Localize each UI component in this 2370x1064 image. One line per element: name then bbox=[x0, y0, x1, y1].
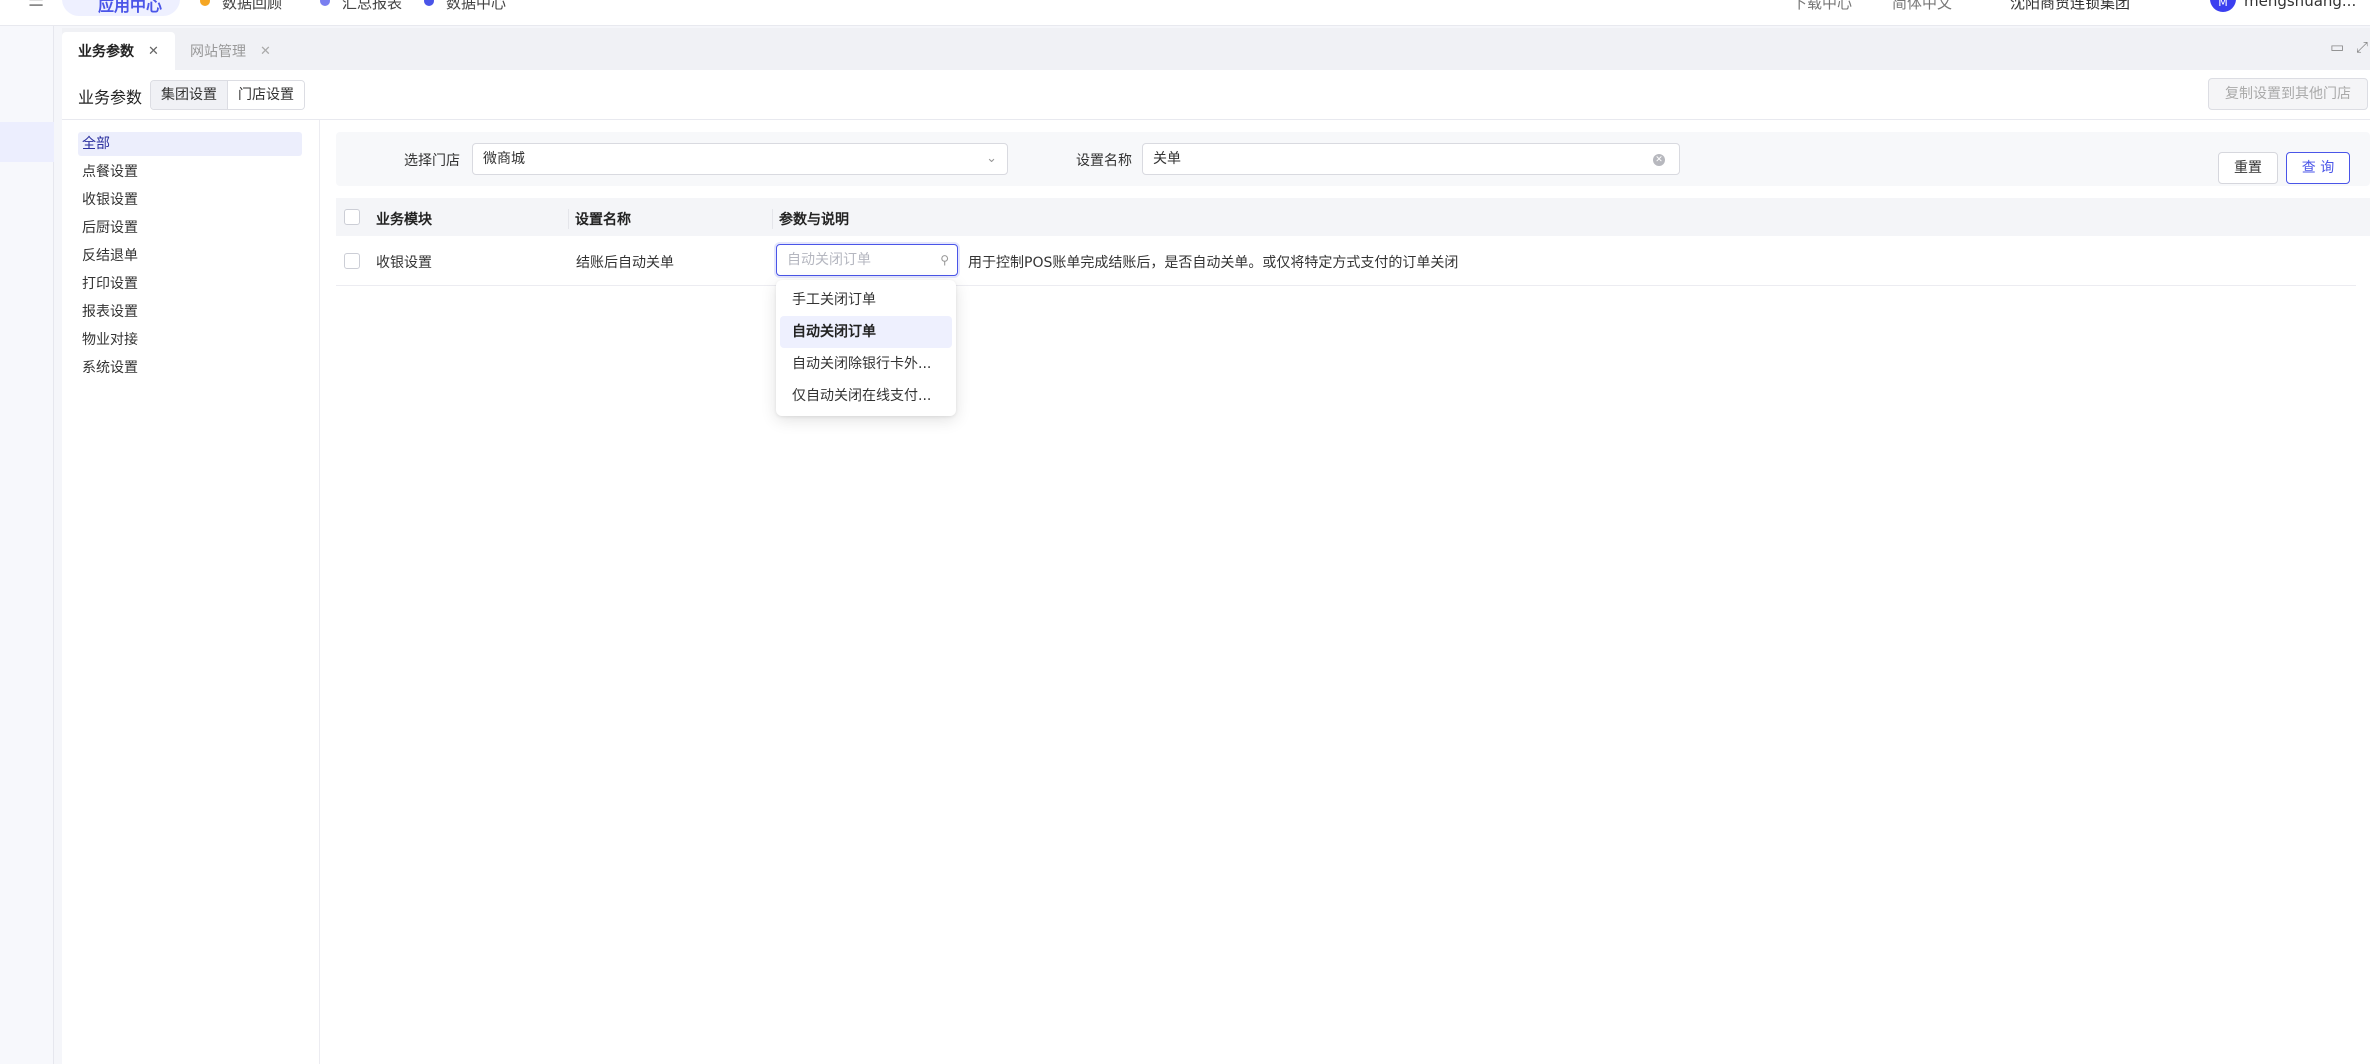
query-button[interactable]: 查 询 bbox=[2286, 152, 2350, 184]
search-icon: ⚲ bbox=[940, 253, 949, 267]
download-center-link[interactable]: 下载中心 bbox=[1792, 0, 1852, 13]
category-item[interactable]: 反结退单 bbox=[78, 244, 302, 268]
close-icon[interactable]: ✕ bbox=[148, 44, 159, 59]
column-header: 参数与说明 bbox=[772, 209, 849, 229]
column-header: 业务模块 bbox=[376, 212, 432, 228]
param-select-placeholder: 自动关闭订单 bbox=[787, 252, 871, 268]
nav-dot-icon bbox=[424, 0, 434, 6]
table-header: 业务模块 设置名称 参数与说明 bbox=[336, 198, 2370, 236]
user-name[interactable]: mengshuang... bbox=[2244, 0, 2356, 10]
clear-icon[interactable]: ✕ bbox=[1653, 154, 1665, 166]
close-icon[interactable]: ✕ bbox=[260, 44, 271, 59]
menu-icon[interactable]: ☰ bbox=[28, 0, 44, 11]
category-item[interactable]: 点餐设置 bbox=[78, 160, 302, 184]
dropdown-option[interactable]: 自动关闭除银行卡外... bbox=[780, 348, 952, 380]
category-item-all[interactable]: 全部 bbox=[78, 132, 302, 156]
setting-name-value: 关单 bbox=[1153, 151, 1181, 167]
chevron-down-icon: ⌄ bbox=[986, 151, 997, 166]
category-item[interactable]: 后厨设置 bbox=[78, 216, 302, 240]
tab-strip: 业务参数 ✕ 网站管理 ✕ ▭ ⤢ bbox=[62, 28, 2370, 70]
scope-store-option[interactable]: 门店设置 bbox=[227, 81, 304, 109]
main-panel: 业务参数 集团设置 门店设置 复制设置到其他门店 全部 点餐设置 收银设置 后厨… bbox=[62, 70, 2370, 1064]
store-select[interactable]: 微商城 ⌄ bbox=[472, 143, 1008, 175]
dropdown-option[interactable]: 仅自动关闭在线支付... bbox=[780, 380, 952, 412]
store-label: 选择门店 bbox=[404, 153, 460, 169]
left-rail bbox=[0, 26, 54, 1064]
tab-business-params[interactable]: 业务参数 ✕ bbox=[62, 32, 175, 70]
store-value: 微商城 bbox=[483, 151, 525, 167]
avatar[interactable]: M bbox=[2210, 0, 2236, 12]
nav-link-2[interactable]: 汇总报表 bbox=[342, 0, 402, 13]
select-all-checkbox[interactable] bbox=[344, 209, 360, 225]
tab-label: 业务参数 bbox=[78, 44, 134, 60]
table-row: 收银设置 结账后自动关单 自动关闭订单 ⚲ 用于控制POS账单完成结账后，是否自… bbox=[336, 236, 2356, 286]
page-title: 业务参数 bbox=[78, 88, 143, 107]
fullscreen-icon[interactable]: ⤢ bbox=[2356, 38, 2368, 56]
param-select[interactable]: 自动关闭订单 ⚲ bbox=[776, 244, 958, 276]
row-module: 收银设置 bbox=[376, 255, 432, 271]
category-item[interactable]: 物业对接 bbox=[78, 328, 302, 352]
nav-link-1[interactable]: 数据回顾 bbox=[222, 0, 282, 13]
top-navbar: ☰ 应用中心 数据回顾 汇总报表 数据中心 下载中心 简体中文 沈阳商贸连锁集团… bbox=[0, 0, 2370, 26]
category-item[interactable]: 打印设置 bbox=[78, 272, 302, 296]
lock-icon[interactable]: ▭ bbox=[2330, 38, 2344, 56]
category-sidebar: 全部 点餐设置 收银设置 后厨设置 反结退单 打印设置 报表设置 物业对接 系统… bbox=[62, 120, 320, 1064]
reset-button[interactable]: 重置 bbox=[2218, 152, 2278, 184]
setting-name-label: 设置名称 bbox=[1076, 153, 1132, 169]
dropdown-option-selected[interactable]: 自动关闭订单 bbox=[780, 316, 952, 348]
category-item[interactable]: 收银设置 bbox=[78, 188, 302, 212]
setting-name-input[interactable]: 关单 ✕ bbox=[1142, 143, 1680, 175]
row-setting-name: 结账后自动关单 bbox=[576, 255, 674, 271]
nav-pill-label: 应用中心 bbox=[98, 0, 163, 15]
tab-label: 网站管理 bbox=[190, 44, 246, 60]
nav-dot-icon bbox=[200, 0, 210, 6]
filter-bar: 选择门店 微商城 ⌄ 设置名称 关单 ✕ bbox=[336, 132, 2370, 186]
copy-to-stores-button[interactable]: 复制设置到其他门店 bbox=[2208, 78, 2368, 110]
row-description: 用于控制POS账单完成结账后，是否自动关单。或仅将特定方式支付的订单关闭 bbox=[968, 255, 1459, 271]
dropdown-option[interactable]: 手工关闭订单 bbox=[780, 284, 952, 316]
param-dropdown: 手工关闭订单 自动关闭订单 自动关闭除银行卡外... 仅自动关闭在线支付... bbox=[776, 280, 956, 416]
nav-link-3[interactable]: 数据中心 bbox=[446, 0, 506, 13]
column-header: 设置名称 bbox=[568, 209, 631, 229]
page-header: 业务参数 集团设置 门店设置 复制设置到其他门店 bbox=[62, 70, 2370, 120]
org-name[interactable]: 沈阳商贸连锁集团 bbox=[2010, 0, 2130, 13]
nav-dot-icon bbox=[320, 0, 330, 6]
tab-site-management[interactable]: 网站管理 ✕ bbox=[174, 32, 287, 70]
scope-group-option[interactable]: 集团设置 bbox=[151, 81, 227, 109]
scope-segmented-control: 集团设置 门店设置 bbox=[150, 80, 305, 110]
category-item[interactable]: 报表设置 bbox=[78, 300, 302, 324]
rail-active-item[interactable] bbox=[0, 122, 54, 162]
category-item[interactable]: 系统设置 bbox=[78, 356, 302, 380]
language-switch[interactable]: 简体中文 bbox=[1892, 0, 1952, 13]
row-checkbox[interactable] bbox=[344, 253, 360, 269]
